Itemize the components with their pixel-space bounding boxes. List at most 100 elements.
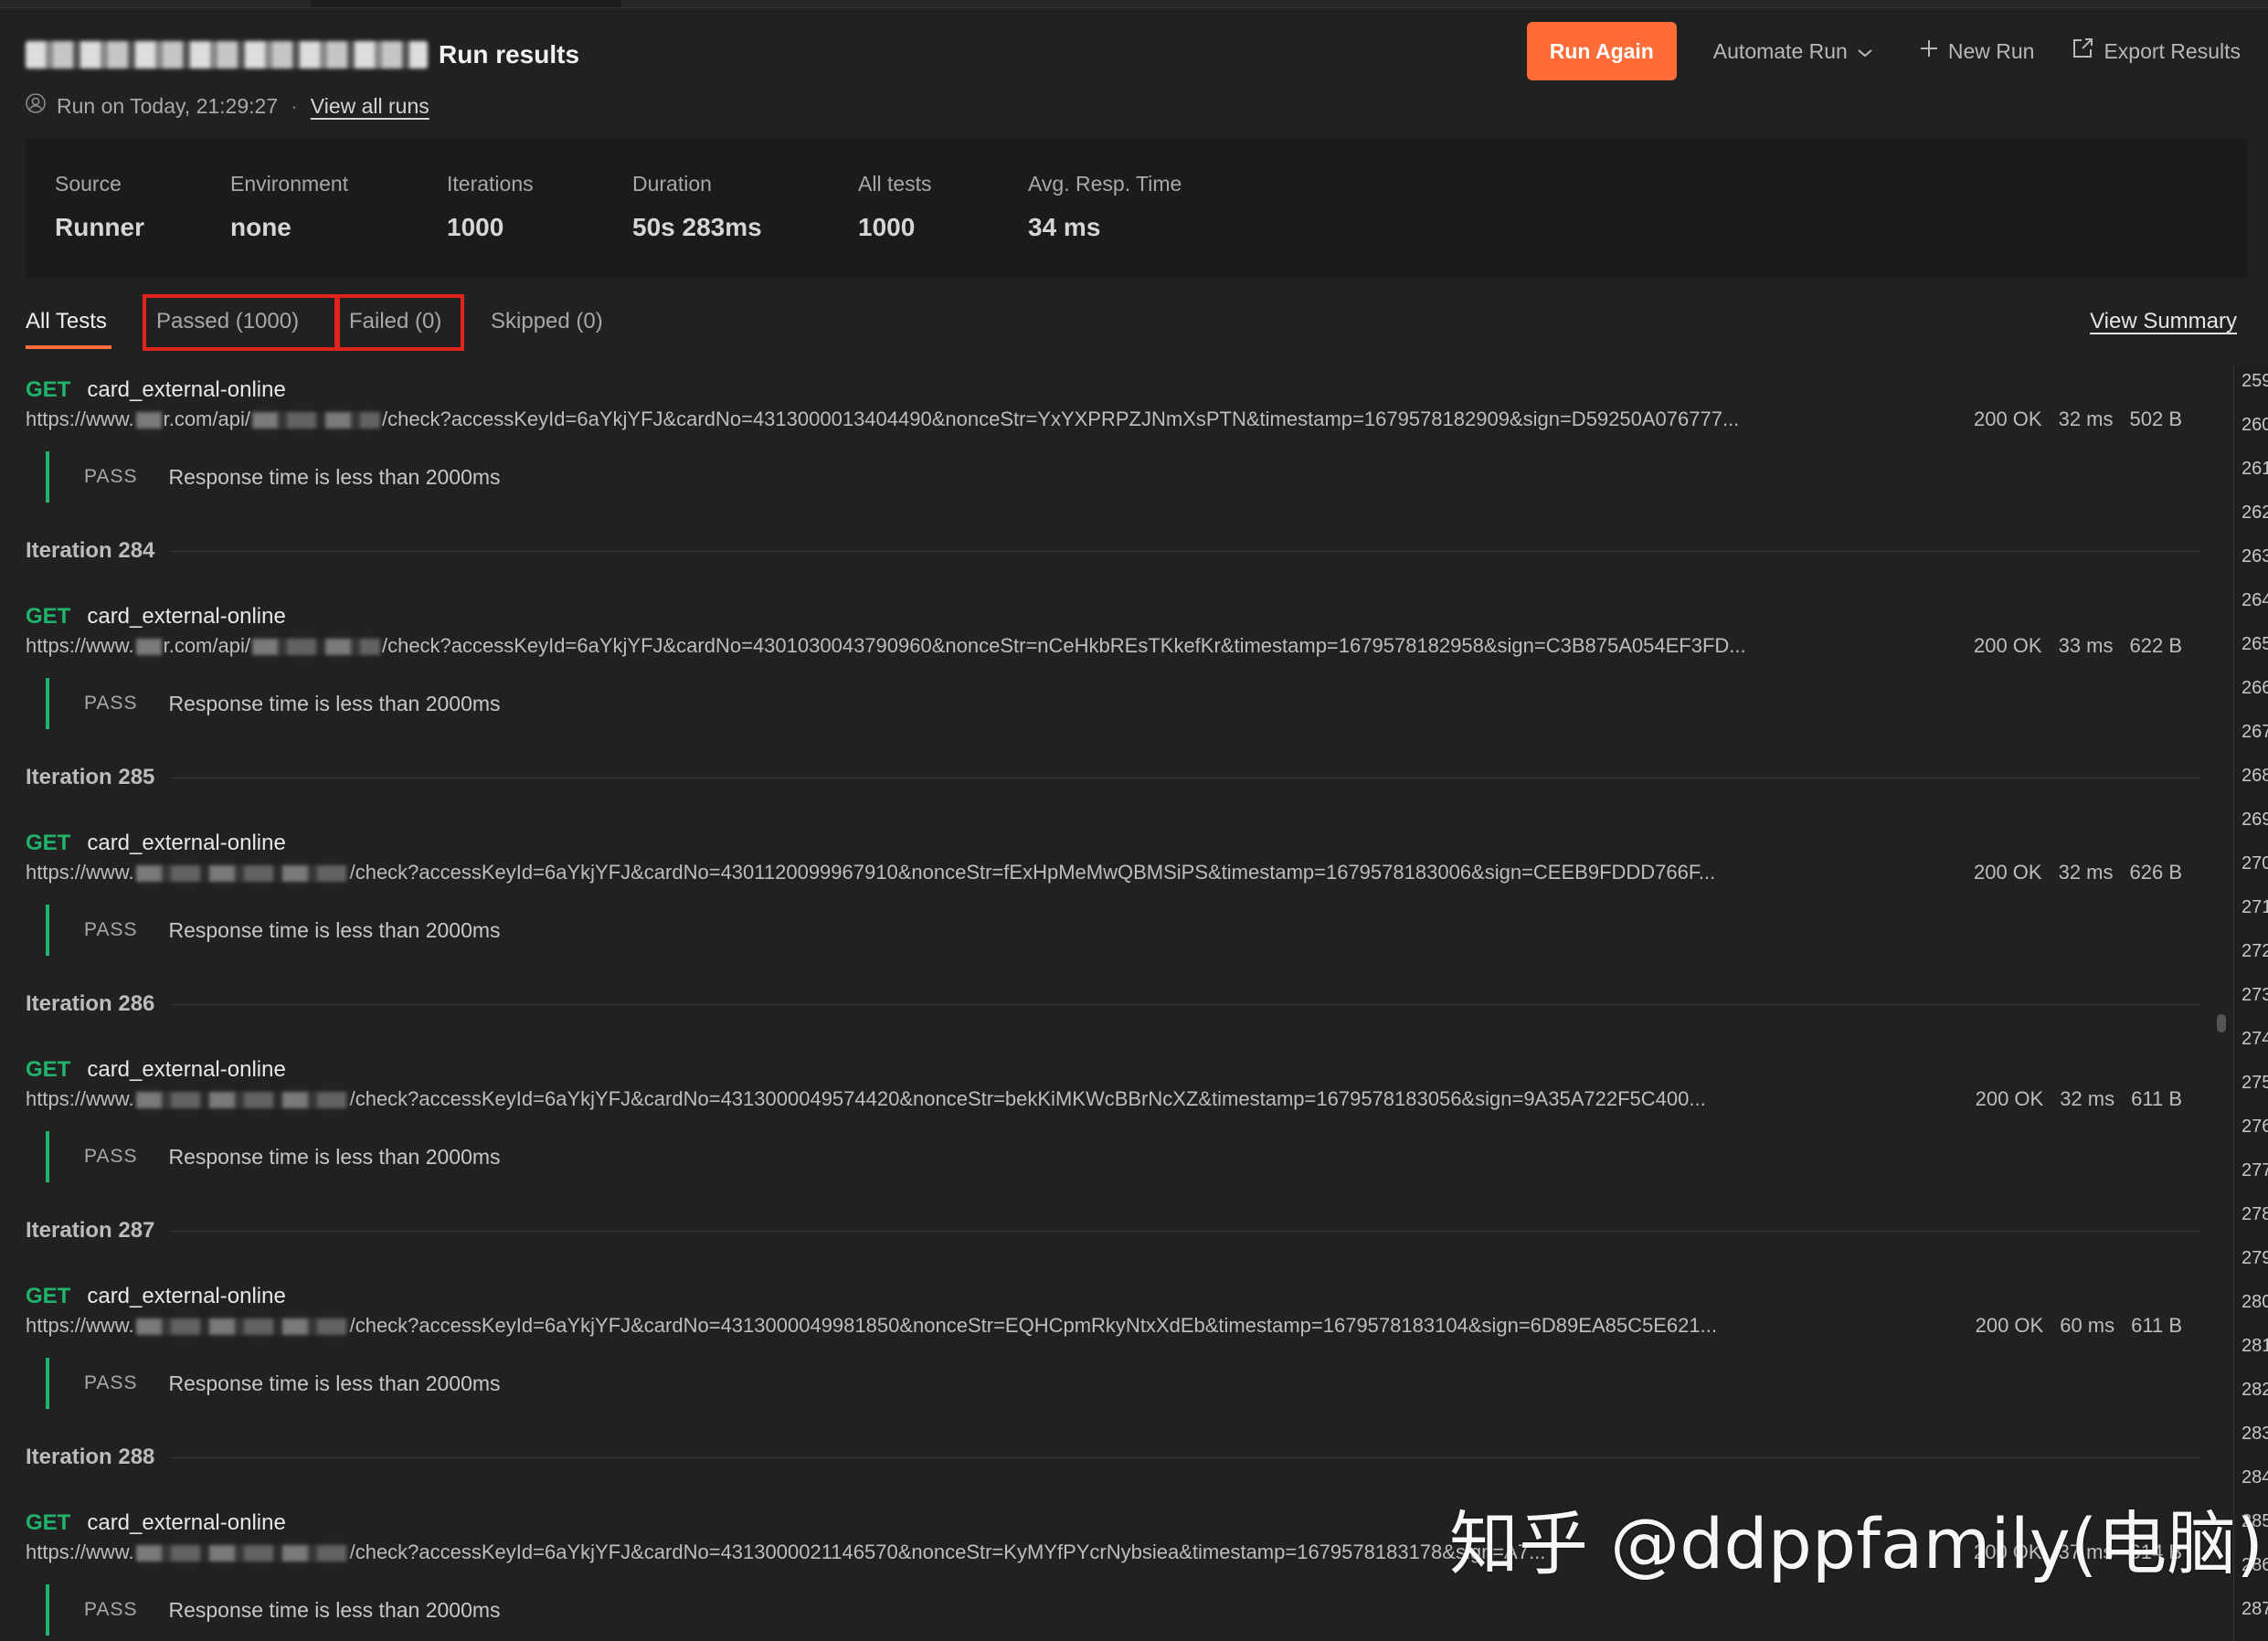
stat-label: Source (55, 172, 122, 196)
request-header[interactable]: GET card_external-online (26, 828, 286, 859)
new-run-button[interactable]: New Run (1919, 38, 2034, 64)
response-meta: 200 OK 32 ms 626 B (1957, 861, 2182, 890)
gutter-number[interactable]: 262 (2242, 503, 2268, 524)
gutter-number[interactable]: 267 (2242, 722, 2268, 743)
tab-passed[interactable]: Passed (1000) (156, 309, 299, 334)
stat-label: Iterations (447, 172, 534, 196)
test-result-row: PASS Response time is less than 2000ms (46, 1584, 501, 1636)
gutter-number[interactable]: 277 (2242, 1160, 2268, 1181)
gutter-number[interactable]: 269 (2242, 810, 2268, 831)
response-time: 32 ms (2058, 408, 2114, 430)
url-redacted (135, 865, 348, 883)
automate-run-dropdown[interactable]: Automate Run (1713, 39, 1882, 64)
url-prefix: https://www. (26, 861, 134, 884)
response-meta: 200 OK 32 ms 502 B (1957, 408, 2182, 437)
gutter-number[interactable]: 287 (2242, 1599, 2268, 1620)
request-url: https://www. /check?accessKeyId=6aYkjYFJ&… (26, 861, 1954, 890)
stat-source: Source Runner (55, 172, 144, 242)
user-icon (26, 93, 57, 119)
request-header[interactable]: GET card_external-online (26, 1281, 286, 1312)
request-name: card_external-online (87, 1510, 286, 1535)
http-method: GET (26, 377, 71, 402)
gutter-number[interactable]: 264 (2242, 590, 2268, 611)
gutter-number[interactable]: 259 (2242, 371, 2268, 392)
gutter-number[interactable]: 266 (2242, 678, 2268, 699)
active-tab-indicator (26, 345, 111, 349)
stat-value: 34 ms (1028, 213, 1101, 241)
gutter-number[interactable]: 261 (2242, 459, 2268, 480)
gutter-number[interactable]: 268 (2242, 766, 2268, 787)
request-header[interactable]: GET card_external-online (26, 1054, 286, 1085)
test-name: Response time is less than 2000ms (168, 1597, 501, 1622)
url-prefix: https://www. (26, 1087, 134, 1110)
stat-avg-resp-time: Avg. Resp. Time 34 ms (1028, 172, 1182, 242)
active-tab-segment[interactable] (311, 0, 621, 7)
gutter-number[interactable]: 265 (2242, 634, 2268, 655)
request-header[interactable]: GET card_external-online (26, 601, 286, 632)
stat-duration: Duration 50s 283ms (632, 172, 762, 242)
watermark: 知乎 @ddppfamily(电脑) (1449, 1503, 2263, 1584)
response-time: 32 ms (2058, 861, 2114, 884)
iteration-label: Iteration 284 (26, 538, 155, 563)
url-redacted (251, 412, 380, 429)
request-name: card_external-online (87, 1284, 286, 1308)
test-status: PASS (84, 1372, 138, 1393)
url-middle: r.com/api/ (163, 634, 250, 657)
gutter-number[interactable]: 272 (2242, 941, 2268, 962)
url-suffix: /check?accessKeyId=6aYkjYFJ&cardNo=43010… (381, 634, 1746, 657)
gutter-number[interactable]: 274 (2242, 1029, 2268, 1050)
gutter-number[interactable]: 281 (2242, 1336, 2268, 1357)
test-name: Response time is less than 2000ms (168, 1371, 501, 1395)
divider-line (171, 1456, 2200, 1458)
url-prefix: https://www. (26, 634, 134, 657)
gutter-number[interactable]: 276 (2242, 1117, 2268, 1138)
results-list[interactable]: GET card_external-online https://www. r.com… (0, 365, 2211, 1641)
results-scrollbar[interactable] (2217, 1014, 2226, 1032)
gutter-number[interactable]: 270 (2242, 853, 2268, 874)
iteration-label: Iteration 285 (26, 765, 155, 789)
gutter-number[interactable]: 279 (2242, 1248, 2268, 1269)
tab-all-tests[interactable]: All Tests (26, 309, 107, 334)
response-size: 626 B (2129, 861, 2183, 884)
gutter-number[interactable]: 273 (2242, 985, 2268, 1006)
response-time: 32 ms (2060, 1087, 2115, 1110)
gutter-number[interactable]: 282 (2242, 1380, 2268, 1401)
gutter-number[interactable]: 278 (2242, 1204, 2268, 1225)
gutter-number[interactable]: 280 (2242, 1292, 2268, 1313)
url-suffix: /check?accessKeyId=6aYkjYFJ&cardNo=43130… (381, 408, 1740, 430)
iteration-divider: Iteration 284 (26, 535, 2200, 566)
url-suffix: /check?accessKeyId=6aYkjYFJ&cardNo=43130… (349, 1540, 1546, 1563)
iteration-divider: Iteration 287 (26, 1215, 2200, 1246)
view-summary-link[interactable]: View Summary (2090, 309, 2237, 334)
separator-dot: · (291, 93, 298, 118)
test-result-row: PASS Response time is less than 2000ms (46, 451, 501, 503)
run-again-button[interactable]: Run Again (1526, 22, 1677, 80)
response-meta: 200 OK 60 ms 611 B (1959, 1314, 2182, 1343)
tab-failed[interactable]: Failed (0) (349, 309, 441, 334)
response-status: 200 OK (1975, 1314, 2044, 1337)
http-method: GET (26, 1510, 71, 1535)
divider-line (171, 1230, 2200, 1232)
gutter-number[interactable]: 263 (2242, 546, 2268, 567)
test-result-row: PASS Response time is less than 2000ms (46, 905, 501, 956)
plus-icon (1919, 38, 1948, 64)
gutter-number[interactable]: 271 (2242, 897, 2268, 918)
response-status: 200 OK (1973, 634, 2042, 657)
url-suffix: /check?accessKeyId=6aYkjYFJ&cardNo=43130… (349, 1314, 1717, 1337)
gutter-number[interactable]: 260 (2242, 415, 2268, 436)
request-header[interactable]: GET card_external-online (26, 375, 286, 406)
run-timestamp: Run on Today, 21:29:27 (57, 93, 279, 118)
tab-skipped[interactable]: Skipped (0) (491, 309, 603, 334)
run-stats-panel: Source Runner Environment none Iteration… (26, 139, 2248, 278)
response-meta: 200 OK 33 ms 622 B (1957, 634, 2182, 663)
response-size: 622 B (2129, 634, 2183, 657)
http-method: GET (26, 831, 71, 855)
gutter-number[interactable]: 284 (2242, 1467, 2268, 1488)
export-results-button[interactable]: Export Results (2071, 37, 2241, 66)
gutter-number[interactable]: 275 (2242, 1073, 2268, 1094)
request-header[interactable]: GET card_external-online (26, 1508, 286, 1539)
view-all-runs-link[interactable]: View all runs (311, 94, 429, 119)
gutter-number[interactable]: 283 (2242, 1424, 2268, 1445)
test-name: Response time is less than 2000ms (168, 1144, 501, 1169)
response-meta: 200 OK 32 ms 611 B (1959, 1087, 2182, 1117)
